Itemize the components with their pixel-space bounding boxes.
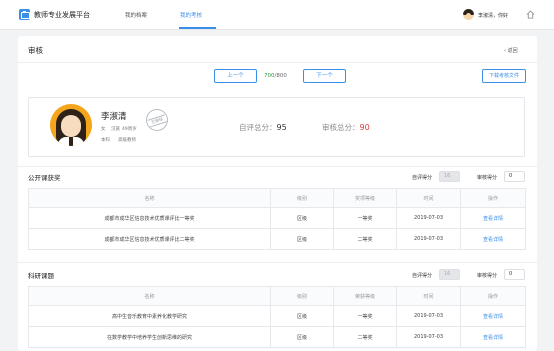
cell-date: 2019-07-03 [396,228,461,250]
teacher-age: 49周岁 [122,127,137,132]
teacher-education: 本科 [101,138,110,143]
cell-level: 区级 [270,326,334,348]
cell-grade: 二等奖 [333,228,397,250]
view-details-link[interactable]: 查看详情 [460,326,526,348]
table-header-row: 名称 级别 荣获等级 时间 操作 [28,286,526,306]
view-details-link[interactable]: 查看详情 [460,228,526,250]
nav-active-indicator [179,27,216,29]
col-name: 名称 [28,286,271,306]
cell-date: 2019-07-03 [396,326,461,348]
app-title: 教师专业发展平台 [34,11,90,19]
cell-name: 高中生音乐教育中素养化教学研究 [28,305,271,327]
cell-grade: 一等奖 [333,305,397,327]
download-button[interactable]: 下载考核文件 [482,69,526,83]
cell-level: 区级 [270,305,334,327]
teacher-job-title: 高级教师 [118,138,136,143]
section-title: 公开课获奖 [28,174,61,182]
self-total-score: 自评总分：95 [239,122,287,133]
self-score-field: 16 [439,171,460,182]
review-total-value: 90 [359,123,370,132]
nav-my-assessment[interactable]: 我的考核 [180,11,202,19]
next-button[interactable]: 下一个 [303,69,346,83]
col-action: 操作 [460,286,526,306]
app-logo-icon [19,9,30,20]
title-divider [18,62,537,63]
review-score-label: 审核得分 [477,175,498,181]
cell-grade: 二等奖 [333,326,397,348]
cell-name: 成都市成华区信息技术优质课评比一等奖 [28,207,271,229]
back-link[interactable]: ‹ 返回 [504,47,518,54]
view-details-link[interactable]: 查看详情 [460,207,526,229]
top-bar: 教师专业发展平台 我的档案 我的考核 李淑清，你好 [0,0,554,30]
review-score-input[interactable]: 0 [504,171,525,182]
col-honor-grade: 荣获等级 [333,286,397,306]
section-title: 科研课题 [28,272,54,280]
cell-grade: 一等奖 [333,207,397,229]
research-table: 名称 级别 荣获等级 时间 操作 高中生音乐教育中素养化教学研究 区级 一等奖 … [28,286,526,348]
table-row: 在数学教学中培养学生创新思维的研究 区级 二等奖 2019-07-03 查看详情 [28,326,526,348]
page-title: 审核 [28,46,43,55]
table-row: 成都市成华区信息技术优质课评比一等奖 区级 一等奖 2019-07-03 查看详… [28,207,526,229]
cell-level: 区级 [270,228,334,250]
review-total-score: 审核总分：90 [322,122,370,133]
review-score-label: 审核得分 [477,273,498,279]
avatar[interactable] [463,9,474,20]
col-level: 级别 [270,286,334,306]
self-score-label: 自评得分 [412,273,433,279]
table-row: 高中生音乐教育中素养化教学研究 区级 一等奖 2019-07-03 查看详情 [28,305,526,327]
cell-date: 2019-07-03 [396,207,461,229]
col-date: 时间 [396,188,461,208]
col-award-grade: 奖项等级 [333,188,397,208]
self-total-label: 自评总分： [239,123,277,132]
table-row: 成都市成华区信息技术优质课评比二等奖 区级 二等奖 2019-07-03 查看详… [28,228,526,250]
cell-date: 2019-07-03 [396,305,461,327]
stamp-label: 已审核 [147,114,168,128]
pager-current: 700 [264,73,275,79]
teacher-ethnicity: 汉族 [111,127,120,132]
pager-counter: 700/800 [264,73,287,79]
cell-name: 成都市成华区信息技术优质课评比二等奖 [28,228,271,250]
prev-button[interactable]: 上一个 [214,69,257,83]
section-divider [18,166,537,167]
cell-name: 在数学教学中培养学生创新思维的研究 [28,326,271,348]
self-score-label: 自评得分 [412,175,433,181]
table-header-row: 名称 级别 奖项等级 时间 操作 [28,188,526,208]
teacher-gender: 女 [101,127,106,132]
user-greeting[interactable]: 李淑清，你好 [478,12,508,19]
teacher-name: 李淑清 [101,112,127,122]
self-total-value: 95 [276,123,287,132]
pager-total: /800 [274,73,287,79]
view-details-link[interactable]: 查看详情 [460,305,526,327]
section-divider [18,262,537,263]
col-level: 级别 [270,188,334,208]
cell-level: 区级 [270,207,334,229]
self-score-field: 16 [439,269,460,280]
nav-my-archive[interactable]: 我的档案 [125,11,147,19]
review-score-input[interactable]: 0 [504,269,525,280]
col-name: 名称 [28,188,271,208]
teacher-avatar [50,104,92,146]
review-total-label: 审核总分： [322,123,360,132]
back-link-label: 返回 [507,48,518,54]
awards-table: 名称 级别 奖项等级 时间 操作 成都市成华区信息技术优质课评比一等奖 区级 一… [28,188,526,250]
home-icon[interactable] [526,10,535,19]
col-date: 时间 [396,286,461,306]
col-action: 操作 [460,188,526,208]
